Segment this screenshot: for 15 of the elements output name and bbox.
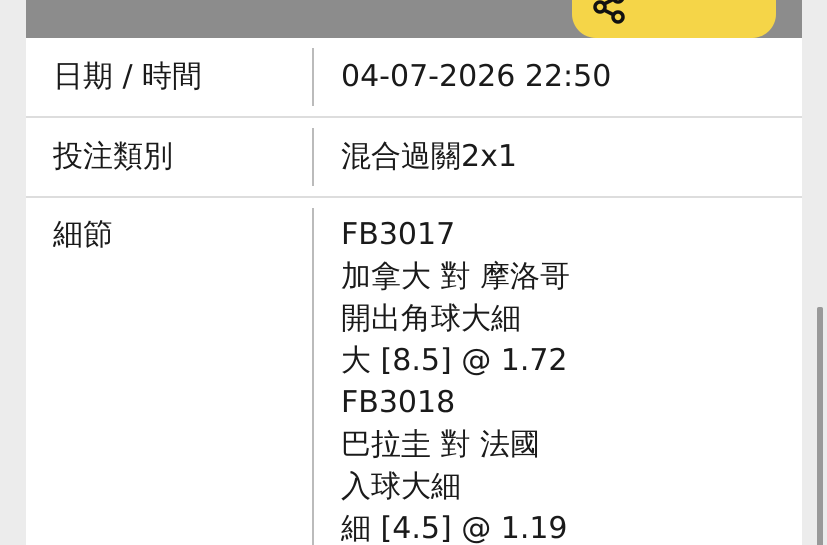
- detail-line: 混合過關2x1: [341, 138, 518, 176]
- detail-line: FB3018: [341, 384, 456, 422]
- row-label: 日期 / 時間: [53, 59, 202, 94]
- detail-line: 04-07-2026 22:50: [341, 58, 612, 96]
- detail-line: 加拿大 對 摩洛哥: [341, 258, 572, 296]
- detail-line: 入球大細: [341, 468, 462, 506]
- detail-line: 巴拉圭 對 法國: [341, 426, 542, 464]
- row-label: 細節: [53, 217, 113, 252]
- detail-line: 開出角球大細: [341, 300, 522, 338]
- share-icon: [592, 0, 626, 24]
- row-label: 投注類別: [53, 139, 173, 174]
- detail-line: FB3017: [341, 216, 456, 254]
- detail-line: 細 [4.5] @ 1.19: [341, 510, 569, 545]
- detail-line: 大 [8.5] @ 1.72: [341, 342, 569, 380]
- scrollbar-thumb[interactable]: [817, 307, 823, 545]
